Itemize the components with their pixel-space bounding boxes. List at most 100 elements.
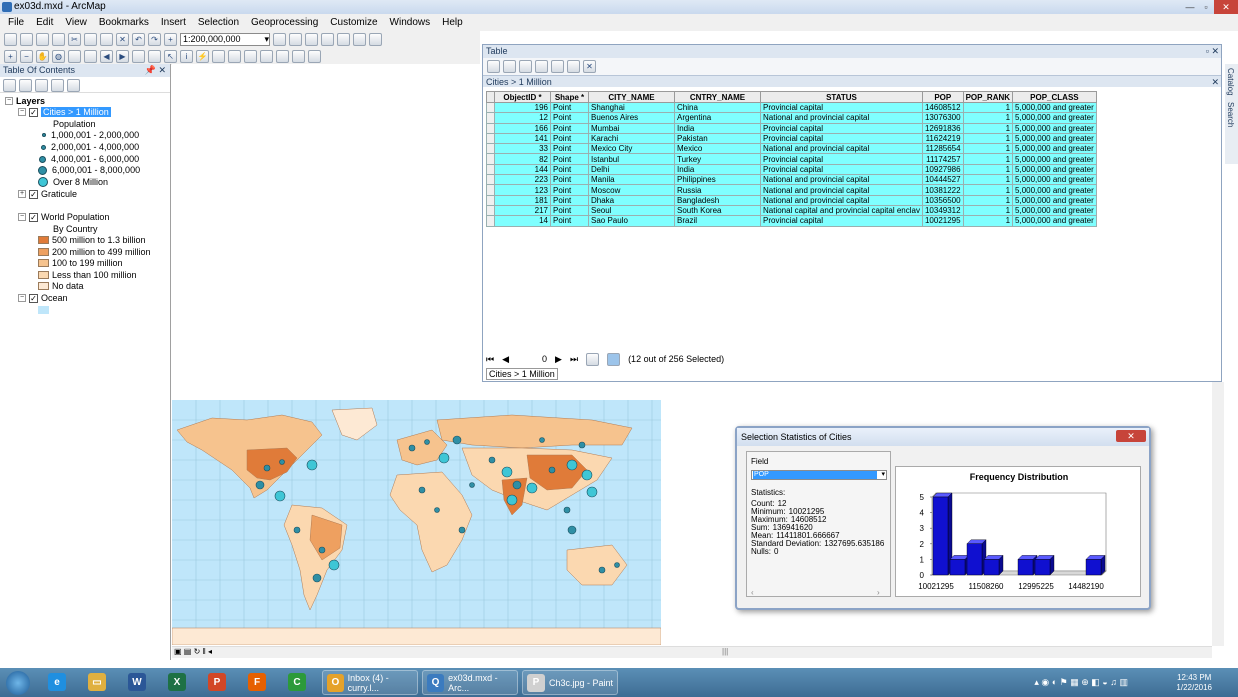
scroll-right-icon[interactable]: ›: [877, 588, 880, 597]
table-cell[interactable]: 5,000,000 and greater: [1012, 132, 1097, 145]
scroll-thumb-icon[interactable]: |||: [722, 647, 728, 656]
column-header[interactable]: STATUS: [760, 91, 923, 103]
table-cell[interactable]: Point: [550, 204, 589, 217]
menu-windows[interactable]: Windows: [390, 17, 431, 28]
measure-icon[interactable]: [228, 50, 241, 63]
table-cell[interactable]: 11174257: [921, 153, 964, 165]
table-cell[interactable]: 33: [494, 143, 551, 155]
table-cell[interactable]: Moscow: [588, 184, 675, 196]
table-cell[interactable]: Shanghai: [588, 101, 675, 114]
menu-selection[interactable]: Selection: [198, 17, 239, 28]
pinned-app-icon[interactable]: W: [128, 673, 146, 691]
first-record-icon[interactable]: ⏮: [486, 354, 494, 365]
field-dropdown[interactable]: POP ▾: [751, 470, 887, 480]
new-document-icon[interactable]: [4, 33, 17, 46]
table-cell[interactable]: Provincial capital: [760, 215, 923, 227]
record-index[interactable]: 0: [517, 354, 547, 364]
table-cell[interactable]: 10356500: [921, 194, 964, 206]
row-selector[interactable]: [486, 153, 495, 165]
menu-help[interactable]: Help: [442, 17, 463, 28]
table-cell[interactable]: 5,000,000 and greater: [1012, 153, 1097, 165]
row-selector[interactable]: [486, 143, 495, 155]
table-cell[interactable]: Sao Paulo: [588, 215, 675, 227]
show-all-records-icon[interactable]: [586, 352, 600, 366]
forward-extent-icon[interactable]: ▶: [116, 50, 129, 63]
table-cell[interactable]: 1: [962, 153, 1014, 165]
table-cell[interactable]: 10381222: [921, 184, 964, 196]
table-cell[interactable]: Russia: [674, 184, 761, 196]
search-window-icon[interactable]: [321, 33, 334, 46]
row-selector[interactable]: [486, 101, 495, 114]
row-selector[interactable]: [486, 174, 495, 186]
table-cell[interactable]: Provincial capital: [760, 122, 923, 134]
taskbar-item[interactable]: P Ch3c.jpg - Paint: [522, 670, 618, 695]
table-cell[interactable]: 141: [494, 132, 551, 145]
table-cell[interactable]: Mexico City: [588, 143, 675, 155]
copy-icon[interactable]: [84, 33, 97, 46]
table-cell[interactable]: Point: [550, 153, 589, 165]
table-cell[interactable]: Point: [550, 194, 589, 206]
table-row[interactable]: 166 Point Mumbai India Provincial capital 126…: [486, 122, 1097, 134]
table-cell[interactable]: National and provincial capital: [760, 174, 923, 186]
related-tables-icon[interactable]: [503, 60, 516, 73]
layer-name[interactable]: Graticule: [41, 189, 77, 199]
table-row[interactable]: 82 Point Istanbul Turkey Provincial capital 1…: [486, 153, 1097, 165]
row-selector[interactable]: [486, 184, 495, 196]
menu-geoprocessing[interactable]: Geoprocessing: [251, 17, 318, 28]
table-cell[interactable]: 14608512: [921, 101, 964, 114]
table-cell[interactable]: 10927986: [921, 163, 964, 176]
table-cell[interactable]: 181: [494, 194, 551, 206]
table-cell[interactable]: 82: [494, 153, 551, 165]
table-cell[interactable]: Mexico: [674, 143, 761, 155]
select-elements-icon[interactable]: ↖: [164, 50, 177, 63]
create-viewer-icon[interactable]: [308, 50, 321, 63]
hyperlink-icon[interactable]: ⚡: [196, 50, 209, 63]
menu-bookmarks[interactable]: Bookmarks: [99, 17, 149, 28]
column-header[interactable]: POP: [921, 91, 964, 103]
row-selector[interactable]: [486, 132, 495, 145]
tray-icons[interactable]: ▴ ◉ ◐ ⚑ ▦ ⊕ ◧ ◒ ♫ ▥: [1034, 677, 1128, 688]
toc-layers-row[interactable]: − Layers: [5, 96, 45, 106]
layer-name[interactable]: Cities > 1 Million: [41, 107, 111, 117]
table-cell[interactable]: India: [674, 122, 761, 134]
search-tab[interactable]: Search: [1226, 102, 1235, 127]
catalog-tab[interactable]: Catalog: [1226, 68, 1235, 96]
pinned-app-icon[interactable]: e: [48, 673, 66, 691]
table-cell[interactable]: 217: [494, 204, 551, 217]
back-extent-icon[interactable]: ◀: [100, 50, 113, 63]
table-cell[interactable]: India: [674, 163, 761, 176]
table-row[interactable]: 196 Point Shanghai China Provincial capital 1…: [486, 101, 1097, 114]
table-cell[interactable]: Karachi: [588, 132, 675, 145]
find-icon[interactable]: [244, 50, 257, 63]
pinned-app-icon[interactable]: ▭: [88, 673, 106, 691]
delete-selected-icon[interactable]: ✕: [583, 60, 596, 73]
table-cell[interactable]: Point: [550, 163, 589, 176]
table-cell[interactable]: 10444527: [921, 174, 964, 186]
table-cell[interactable]: 1: [962, 143, 1014, 155]
table-cell[interactable]: 12: [494, 112, 551, 124]
taskbar-item[interactable]: Qex03d.mxd - Arc...: [422, 670, 518, 695]
column-header[interactable]: CNTRY_NAME: [674, 91, 761, 103]
menu-customize[interactable]: Customize: [330, 17, 377, 28]
table-cell[interactable]: 1: [962, 112, 1014, 124]
collapse-icon[interactable]: −: [18, 294, 26, 302]
editor-icon[interactable]: [273, 33, 286, 46]
options-icon[interactable]: [67, 79, 80, 92]
table-cell[interactable]: National capital and provincial capital …: [760, 204, 923, 217]
zoom-to-selected-icon[interactable]: [567, 60, 580, 73]
pin-icon[interactable]: 📌 ✕: [145, 64, 166, 77]
table-cell[interactable]: 12691836: [921, 122, 964, 134]
cut-icon[interactable]: ✂: [68, 33, 81, 46]
table-cell[interactable]: Point: [550, 101, 589, 114]
layout-view-icon[interactable]: ▣ ▤ ↻ ‖ ◂: [174, 647, 212, 656]
table-cell[interactable]: 1: [962, 174, 1014, 186]
table-bottom-tab[interactable]: Cities > 1 Million: [486, 368, 558, 380]
time-slider-icon[interactable]: [292, 50, 305, 63]
table-cell[interactable]: 14: [494, 215, 551, 227]
menu-view[interactable]: View: [65, 17, 87, 28]
collapse-icon[interactable]: −: [18, 213, 26, 221]
table-cell[interactable]: Pakistan: [674, 132, 761, 145]
table-cell[interactable]: Mumbai: [588, 122, 675, 134]
fixed-zoom-out-icon[interactable]: [84, 50, 97, 63]
table-cell[interactable]: Provincial capital: [760, 163, 923, 176]
